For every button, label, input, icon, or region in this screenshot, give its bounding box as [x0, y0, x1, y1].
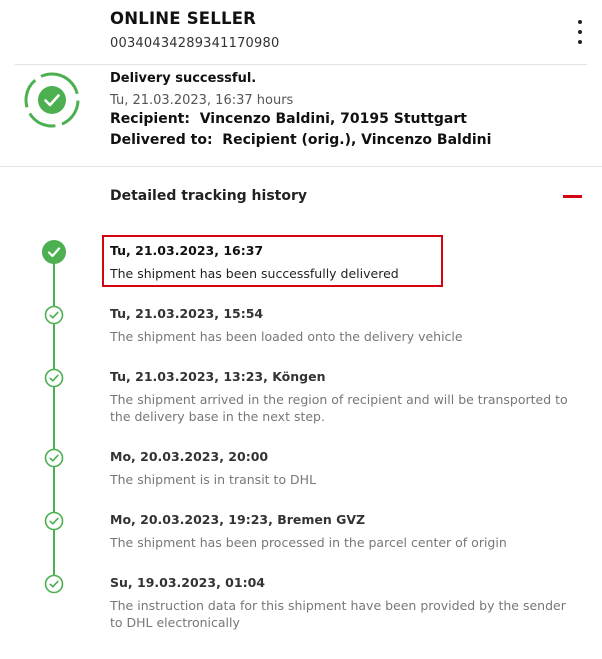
- more-dot-icon: [578, 30, 582, 34]
- more-dot-icon: [578, 40, 582, 44]
- event-description: The shipment is in transit to DHL: [110, 472, 317, 487]
- event-description: The shipment has been processed in the p…: [110, 535, 507, 550]
- more-options-button[interactable]: [572, 20, 588, 44]
- check-outline-icon: [44, 448, 64, 468]
- seller-name: ONLINE SELLER: [110, 9, 257, 28]
- minus-icon[interactable]: [563, 195, 582, 198]
- event-time: Tu, 21.03.2023, 13:23, Köngen: [110, 369, 326, 384]
- check-outline-icon: [44, 574, 64, 594]
- event-time: Mo, 20.03.2023, 19:23, Bremen GVZ: [110, 512, 366, 527]
- tracking-number: 00340434289341170980: [110, 36, 280, 51]
- delivered-to-value: Recipient (orig.), Vincenzo Baldini: [222, 132, 492, 148]
- timeline-line: [53, 252, 55, 582]
- delivery-time: Tu, 21.03.2023, 16:37 hours: [110, 93, 294, 108]
- check-circle-icon: [24, 72, 80, 128]
- more-dot-icon: [578, 20, 582, 24]
- highlight-box: [102, 235, 443, 287]
- delivered-to-info: Delivered to: Recipient (orig.), Vincenz…: [110, 132, 491, 148]
- check-outline-icon: [44, 368, 64, 388]
- tracking-history-toggle[interactable]: Detailed tracking history: [0, 168, 602, 224]
- delivery-status: Delivery successful.: [110, 71, 257, 86]
- history-title: Detailed tracking history: [110, 188, 307, 204]
- delivery-summary: Delivery successful. Tu, 21.03.2023, 16:…: [0, 65, 602, 165]
- event-description: The shipment has been loaded onto the de…: [110, 329, 463, 344]
- check-outline-icon: [44, 305, 64, 325]
- event-description: The shipment arrived in the region of re…: [110, 392, 568, 424]
- divider: [0, 166, 602, 167]
- event-time: Tu, 21.03.2023, 15:54: [110, 306, 264, 321]
- recipient-info: Recipient: Vincenzo Baldini, 70195 Stutt…: [110, 111, 467, 127]
- recipient-label: Recipient:: [110, 111, 190, 127]
- shipment-header: ONLINE SELLER 00340434289341170980: [0, 0, 602, 64]
- recipient-value: Vincenzo Baldini, 70195 Stuttgart: [199, 111, 467, 127]
- event-description: The instruction data for this shipment h…: [110, 598, 566, 630]
- event-time: Mo, 20.03.2023, 20:00: [110, 449, 269, 464]
- delivered-to-label: Delivered to:: [110, 132, 213, 148]
- check-filled-icon: [42, 240, 66, 264]
- check-outline-icon: [44, 511, 64, 531]
- event-time: Su, 19.03.2023, 01:04: [110, 575, 265, 590]
